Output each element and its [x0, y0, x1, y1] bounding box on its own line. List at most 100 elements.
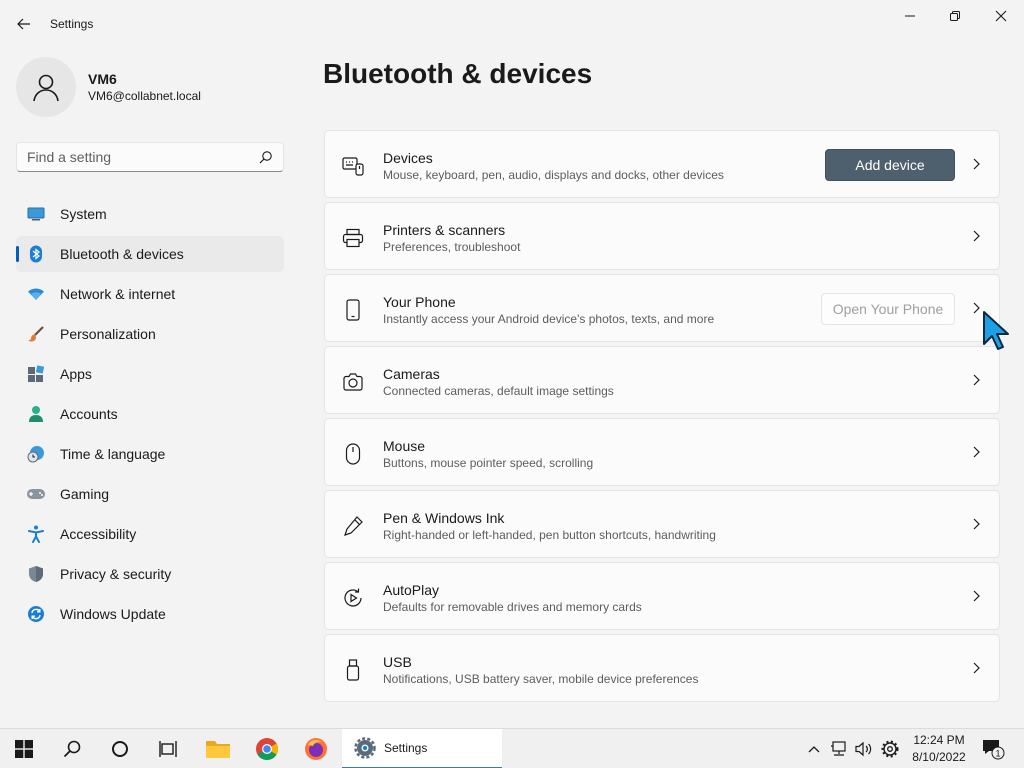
sidebar-item-apps[interactable]: Apps — [16, 356, 284, 392]
user-profile[interactable]: VM6 VM6@collabnet.local — [16, 57, 201, 117]
sidebar-item-label: System — [60, 206, 107, 222]
restore-button[interactable] — [932, 0, 978, 32]
taskbar: Settings 12:24 PM 8/10/2022 1 — [0, 728, 1024, 768]
card-subtitle: Instantly access your Android device's p… — [383, 312, 715, 326]
card-usb[interactable]: USB Notifications, USB battery saver, mo… — [324, 634, 1000, 702]
card-printers-scanners[interactable]: Printers & scanners Preferences, trouble… — [324, 202, 1000, 270]
user-name: VM6 — [88, 71, 117, 87]
volume-tray-button[interactable] — [852, 729, 874, 768]
card-mouse[interactable]: Mouse Buttons, mouse pointer speed, scro… — [324, 418, 1000, 486]
person-icon — [26, 404, 46, 424]
sidebar-item-time-language[interactable]: Time & language — [16, 436, 284, 472]
shield-icon — [26, 564, 46, 584]
sidebar-nav: System Bluetooth & devices Network & int… — [16, 196, 284, 636]
sidebar-item-bluetooth-devices[interactable]: Bluetooth & devices — [16, 236, 284, 272]
windows-logo-icon — [15, 740, 33, 758]
printer-icon — [341, 227, 365, 249]
card-title: Pen & Windows Ink — [383, 510, 505, 526]
card-title: Printers & scanners — [383, 222, 506, 238]
taskbar-chrome[interactable] — [243, 729, 291, 768]
gear-icon — [881, 740, 899, 758]
monitor-icon — [26, 204, 46, 224]
sidebar-item-label: Network & internet — [60, 286, 176, 302]
sidebar-item-accessibility[interactable]: Accessibility — [16, 516, 284, 552]
card-devices[interactable]: Devices Mouse, keyboard, pen, audio, dis… — [324, 130, 1000, 198]
sidebar-item-privacy-security[interactable]: Privacy & security — [16, 556, 284, 592]
card-subtitle: Notifications, USB battery saver, mobile… — [383, 672, 699, 686]
back-arrow-icon — [17, 18, 30, 30]
card-your-phone[interactable]: Your Phone Instantly access your Android… — [324, 274, 1000, 342]
notification-count: 1 — [995, 749, 1000, 759]
minimize-icon — [905, 15, 915, 17]
clock-time: 12:24 PM — [913, 733, 965, 747]
add-device-button[interactable]: Add device — [825, 149, 955, 181]
wifi-icon — [26, 284, 46, 304]
sidebar-item-label: Gaming — [60, 486, 110, 502]
card-autoplay[interactable]: AutoPlay Defaults for removable drives a… — [324, 562, 1000, 630]
card-title: USB — [383, 654, 412, 670]
open-your-phone-button[interactable]: Open Your Phone — [821, 293, 955, 325]
settings-tray-button[interactable] — [878, 729, 902, 768]
back-button[interactable] — [10, 10, 38, 38]
card-title: AutoPlay — [383, 582, 440, 598]
taskbar-clock[interactable]: 12:24 PM 8/10/2022 — [906, 732, 972, 766]
devices-icon — [341, 155, 365, 177]
show-hidden-icons-button[interactable] — [804, 729, 824, 768]
card-subtitle: Mouse, keyboard, pen, audio, displays an… — [383, 168, 724, 182]
network-tray-button[interactable] — [828, 729, 850, 768]
pen-icon — [341, 515, 365, 537]
taskbar-file-explorer[interactable] — [194, 729, 242, 768]
search-box[interactable] — [16, 142, 284, 172]
user-email: VM6@collabnet.local — [88, 89, 201, 103]
cortana-circle-icon — [112, 741, 128, 757]
speaker-icon — [855, 741, 872, 757]
cortana-button[interactable] — [96, 729, 144, 768]
restore-icon — [950, 11, 960, 21]
task-view-icon — [159, 741, 177, 757]
settings-gear-icon — [354, 737, 376, 759]
search-input[interactable] — [17, 143, 237, 171]
card-subtitle: Preferences, troubleshoot — [383, 240, 521, 254]
clock-globe-icon — [26, 444, 46, 464]
chevron-right-icon — [973, 662, 980, 674]
start-button[interactable] — [0, 729, 48, 768]
card-cameras[interactable]: Cameras Connected cameras, default image… — [324, 346, 1000, 414]
gamepad-icon — [26, 484, 46, 504]
notification-center-button[interactable]: 1 — [980, 729, 1006, 768]
sidebar-item-personalization[interactable]: Personalization — [16, 316, 284, 352]
minimize-button[interactable] — [887, 0, 933, 32]
card-title: Mouse — [383, 438, 426, 454]
chevron-right-icon — [973, 158, 980, 170]
chevron-right-icon — [973, 374, 980, 386]
apps-icon — [26, 364, 46, 384]
taskbar-firefox[interactable] — [292, 729, 340, 768]
sidebar-item-label: Bluetooth & devices — [60, 246, 184, 262]
chevron-right-icon — [973, 518, 980, 530]
user-icon — [33, 74, 59, 102]
page-title: Bluetooth & devices — [323, 58, 593, 89]
usb-icon — [341, 659, 365, 681]
task-view-button[interactable] — [144, 729, 192, 768]
sidebar-item-gaming[interactable]: Gaming — [16, 476, 284, 512]
sidebar-item-label: Personalization — [60, 326, 156, 342]
taskbar-settings-app[interactable]: Settings — [342, 729, 502, 768]
close-button[interactable] — [978, 0, 1024, 32]
sidebar-item-windows-update[interactable]: Windows Update — [16, 596, 284, 632]
sidebar-item-label: Time & language — [60, 446, 166, 462]
sidebar-item-label: Accessibility — [60, 526, 137, 542]
firefox-icon — [305, 738, 327, 760]
sidebar-item-network-internet[interactable]: Network & internet — [16, 276, 284, 312]
brush-icon — [26, 324, 46, 344]
chevron-right-icon — [973, 230, 980, 242]
search-icon — [63, 740, 81, 758]
bluetooth-icon — [26, 244, 46, 264]
clock-date: 8/10/2022 — [912, 750, 966, 764]
autoplay-icon — [341, 587, 365, 609]
card-pen-windows-ink[interactable]: Pen & Windows Ink Right-handed or left-h… — [324, 490, 1000, 558]
folder-icon — [206, 741, 230, 758]
title-bar: Settings — [0, 0, 1024, 48]
sidebar-item-accounts[interactable]: Accounts — [16, 396, 284, 432]
sidebar-item-system[interactable]: System — [16, 196, 284, 232]
search-icon[interactable] — [259, 150, 273, 164]
taskbar-search-button[interactable] — [48, 729, 96, 768]
